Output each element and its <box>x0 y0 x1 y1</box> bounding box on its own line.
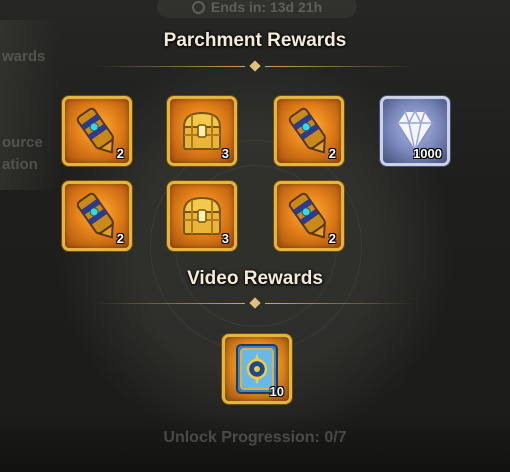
event-timer: Ends in: 13d 21h <box>157 0 357 18</box>
video-rewards-title: Video Rewards <box>187 268 323 289</box>
item-quantity: 2 <box>328 231 336 246</box>
item-quantity: 2 <box>328 146 336 161</box>
divider-gem-icon <box>249 60 261 72</box>
reward-item-gauntlet[interactable]: 2 <box>62 181 132 251</box>
section-divider <box>95 60 415 72</box>
parchment-rewards-title: Parchment Rewards <box>163 30 347 51</box>
item-quantity: 10 <box>269 384 284 399</box>
reward-item-gauntlet[interactable]: 2 <box>274 96 344 166</box>
reward-item-card[interactable]: 10 <box>222 334 292 404</box>
reward-item-gauntlet[interactable]: 2 <box>62 96 132 166</box>
background-side-label: ation <box>2 156 38 173</box>
section-divider <box>95 297 415 309</box>
item-quantity: 3 <box>221 231 229 246</box>
reward-item-diamond[interactable]: 1000 <box>380 96 450 166</box>
divider-gem-icon <box>249 297 261 309</box>
item-quantity: 2 <box>116 146 124 161</box>
clock-icon <box>191 0 205 14</box>
timer-text: Ends in: 13d 21h <box>210 0 323 15</box>
item-quantity: 3 <box>221 146 229 161</box>
item-quantity: 2 <box>116 231 124 246</box>
reward-item-chest[interactable]: 3 <box>167 96 237 166</box>
reward-item-gauntlet[interactable]: 2 <box>274 181 344 251</box>
background-side-label: ource <box>2 134 43 151</box>
item-quantity: 1000 <box>413 146 442 161</box>
unlock-progression-text: Unlock Progression: 0/7 <box>163 429 347 446</box>
reward-item-chest[interactable]: 3 <box>167 181 237 251</box>
